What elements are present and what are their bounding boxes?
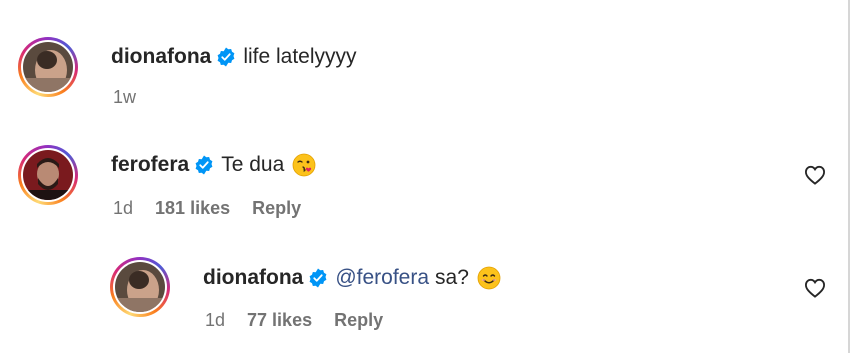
avatar-image (115, 262, 165, 312)
like-heart-icon[interactable] (804, 165, 826, 185)
like-heart-icon[interactable] (804, 278, 826, 298)
kissing-wink-emoji-icon (292, 153, 316, 177)
smiling-emoji-icon (477, 266, 501, 290)
verified-badge-icon (309, 268, 327, 288)
comment-username[interactable]: ferofera (111, 153, 189, 177)
reply-timestamp[interactable]: 1d (205, 310, 225, 331)
avatar[interactable] (18, 145, 78, 205)
reply-likes[interactable]: 77 likes (247, 310, 312, 331)
comment-text: life latelyyyy (243, 45, 357, 68)
comment-timestamp[interactable]: 1d (113, 198, 133, 219)
comment-timestamp[interactable]: 1w (113, 87, 136, 108)
verified-badge-icon (217, 47, 235, 67)
reply-button[interactable]: Reply (334, 310, 383, 331)
avatar[interactable] (18, 37, 78, 97)
comment-likes[interactable]: 181 likes (155, 198, 230, 219)
verified-badge-icon (195, 155, 213, 175)
reply-text: sa? (435, 266, 469, 289)
avatar-image (23, 150, 73, 200)
mention-link[interactable]: @ferofera (335, 266, 429, 290)
reply-button[interactable]: Reply (252, 198, 301, 219)
comment-username[interactable]: dionafona (111, 45, 211, 69)
comment-text: Te dua (221, 153, 285, 176)
reply-username[interactable]: dionafona (203, 266, 303, 290)
avatar[interactable] (110, 257, 170, 317)
avatar-image (23, 42, 73, 92)
